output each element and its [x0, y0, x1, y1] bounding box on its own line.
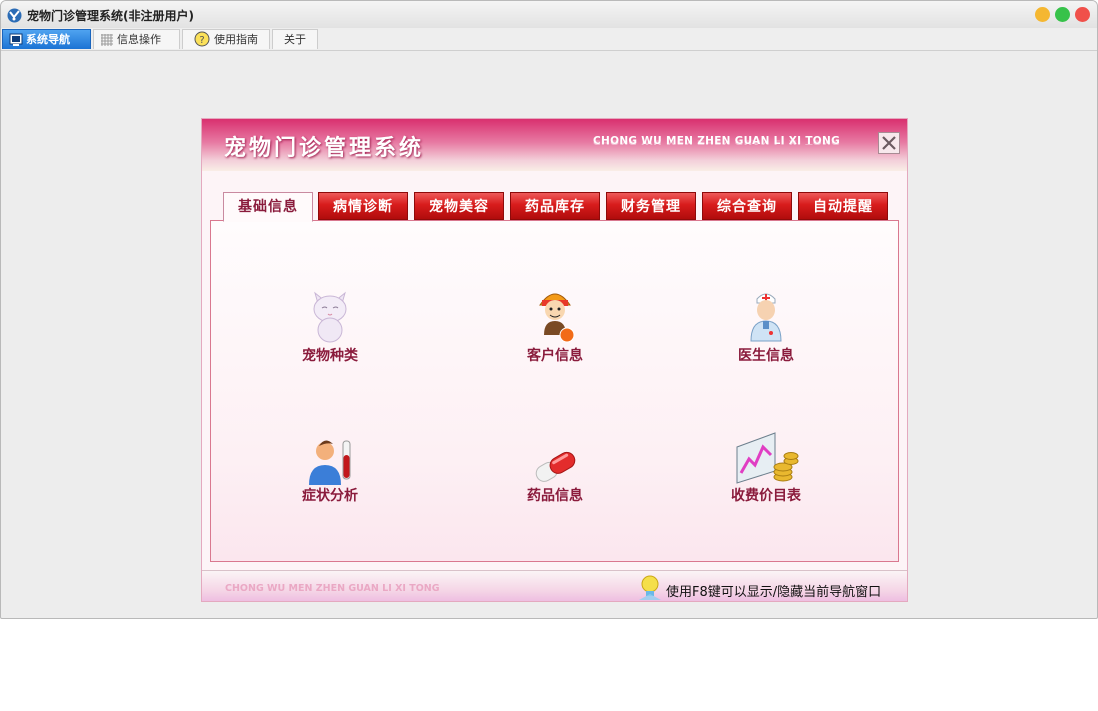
lightbulb-icon: [639, 575, 661, 600]
item-label: 医生信息: [738, 348, 794, 364]
tab-basic-info[interactable]: 基础信息: [223, 192, 313, 222]
doctor-info-item[interactable]: 医生信息: [691, 285, 841, 365]
footer-pinyin-text: CHONG WU MEN ZHEN GUAN LI XI TONG: [225, 583, 440, 594]
tab-system-navigation[interactable]: 系统导航: [2, 29, 91, 49]
item-label: 药品信息: [527, 488, 583, 504]
minimize-button[interactable]: [1035, 7, 1050, 22]
tab-label: 关于: [284, 33, 306, 46]
customer-icon: [539, 293, 575, 343]
tab-query[interactable]: 综合查询: [702, 192, 792, 220]
tab-user-guide[interactable]: ? 使用指南: [182, 29, 270, 49]
panel-header: 宠物门诊管理系统 CHONG WU MEN ZHEN GUAN LI XI TO…: [202, 119, 907, 171]
pet-category-item[interactable]: 宠物种类: [255, 285, 405, 365]
tab-about[interactable]: 关于: [272, 29, 318, 49]
footer-hint: 使用F8键可以显示/隐藏当前导航窗口: [666, 585, 882, 600]
grid-icon: [101, 34, 113, 46]
panel-close-button[interactable]: [878, 132, 900, 154]
panel-subtitle-reflection: CHONG WU MEN ZHEN GUAN LI XI TONG: [593, 138, 841, 146]
close-icon: [882, 136, 896, 150]
item-label: 宠物种类: [302, 348, 358, 364]
tab-diagnosis[interactable]: 病情诊断: [318, 192, 408, 220]
cat-icon: [313, 291, 347, 343]
main-tab-bar: 系统导航 信息操作 ? 使用指南 关于: [1, 28, 1097, 51]
app-logo-icon: [7, 8, 22, 23]
symptom-analysis-item[interactable]: 症状分析: [255, 437, 405, 505]
pill-icon: [535, 451, 576, 482]
tab-finance[interactable]: 财务管理: [606, 192, 696, 220]
panel-title: 宠物门诊管理系统: [224, 136, 425, 161]
tab-content-area: 宠物种类 客户信息 医生信息 症状分析 药品信息 收费价目表: [210, 220, 899, 562]
monitor-icon: [9, 33, 23, 46]
item-label: 客户信息: [527, 348, 583, 364]
title-bar[interactable]: 宠物门诊管理系统(非注册用户): [1, 1, 1097, 28]
panel-footer: CHONG WU MEN ZHEN GUAN LI XI TONG 使用F8键可…: [202, 570, 907, 601]
window-title: 宠物门诊管理系统(非注册用户): [27, 9, 194, 23]
item-label: 症状分析: [302, 488, 358, 504]
drug-info-item[interactable]: 药品信息: [480, 447, 630, 505]
tab-drug-inventory[interactable]: 药品库存: [510, 192, 600, 220]
item-label: 收费价目表: [731, 488, 801, 504]
close-window-button[interactable]: [1075, 7, 1090, 22]
svg-text:?: ?: [199, 35, 204, 46]
maximize-button[interactable]: [1055, 7, 1070, 22]
tab-info-operations[interactable]: 信息操作: [93, 29, 180, 49]
tab-grooming[interactable]: 宠物美容: [414, 192, 504, 220]
tab-label: 系统导航: [26, 33, 70, 46]
tab-label: 使用指南: [214, 33, 258, 46]
tab-label: 信息操作: [117, 33, 161, 46]
app-window: 宠物门诊管理系统(非注册用户) 系统导航 信息操作 ? 使用指南 关于 宠物门诊…: [0, 0, 1098, 619]
price-chart-icon: [736, 432, 799, 484]
doctor-icon: [750, 293, 782, 342]
symptom-icon: [309, 440, 351, 485]
fee-price-list-item[interactable]: 收费价目表: [691, 429, 841, 505]
tab-auto-reminder[interactable]: 自动提醒: [798, 192, 888, 220]
navigation-panel: 宠物门诊管理系统 CHONG WU MEN ZHEN GUAN LI XI TO…: [201, 118, 908, 602]
help-icon: ?: [194, 31, 210, 47]
customer-info-item[interactable]: 客户信息: [480, 285, 630, 365]
